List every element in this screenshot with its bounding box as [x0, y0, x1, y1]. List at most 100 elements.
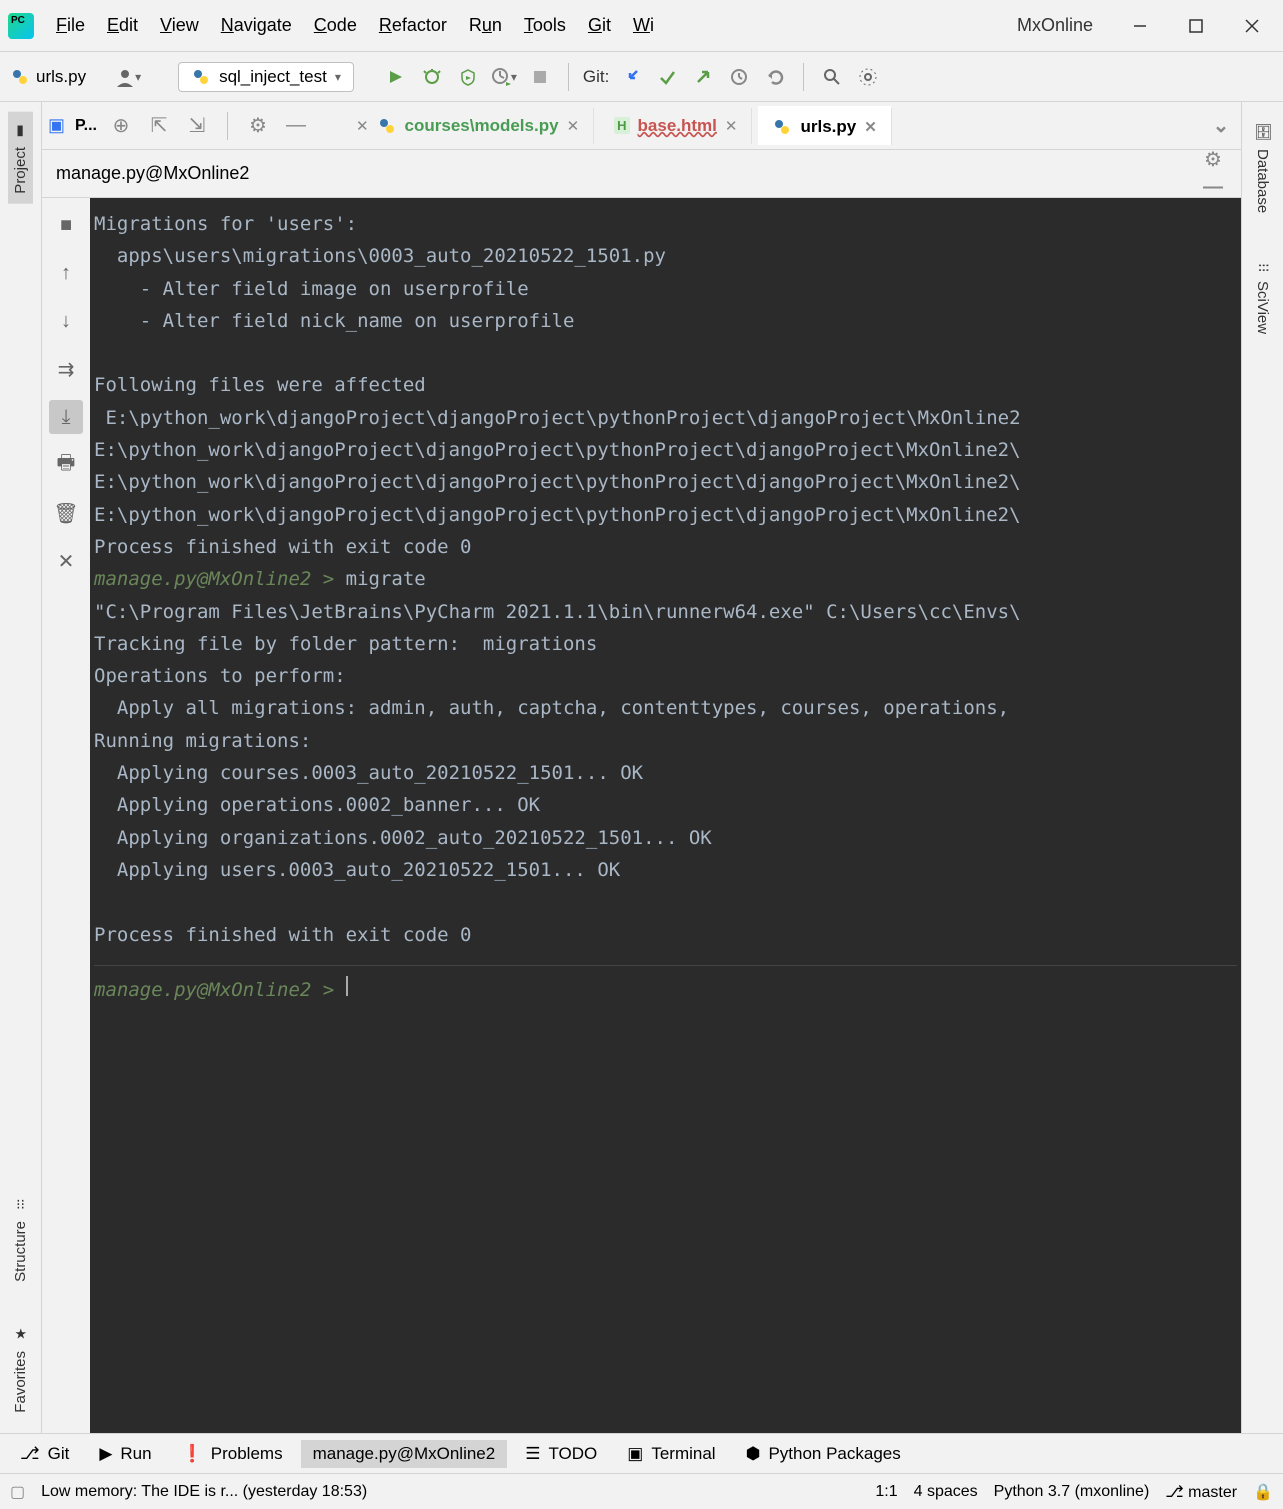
- btab-packages[interactable]: ⬢Python Packages: [734, 1440, 913, 1468]
- project-toggle-label[interactable]: P...: [75, 117, 97, 135]
- settings-button[interactable]: [854, 63, 882, 91]
- maximize-button[interactable]: [1171, 6, 1221, 46]
- cursor-position[interactable]: 1:1: [875, 1483, 897, 1501]
- folder-icon: ▮: [17, 122, 25, 139]
- hide-icon[interactable]: —: [282, 112, 310, 140]
- down-arrow-icon[interactable]: ↓: [49, 304, 83, 338]
- terminal-tool-gutter: ■ ↑ ↓ ⇉ ⤓ 🖶 🗑 ✕: [42, 198, 90, 1433]
- warning-icon: ❗: [182, 1444, 203, 1464]
- app-icon: [8, 13, 34, 39]
- editor-tabs: ▣ P... ⊕ ⇱ ⇲ ⚙ — ✕ courses\models.py ✕ H…: [42, 102, 1241, 150]
- collapse-icon[interactable]: ⇲: [183, 112, 211, 140]
- tabs-dropdown-icon[interactable]: ⌄: [1207, 112, 1235, 140]
- list-icon: ☰: [525, 1444, 540, 1464]
- git-update-button[interactable]: [617, 63, 645, 91]
- git-label: Git:: [583, 67, 609, 87]
- btab-run[interactable]: ▶Run: [87, 1440, 163, 1468]
- user-icon[interactable]: ▾: [114, 63, 142, 91]
- layout-icon[interactable]: ▣: [48, 115, 65, 136]
- menu-code[interactable]: Code: [304, 11, 367, 40]
- btab-git[interactable]: ⎇Git: [8, 1440, 81, 1468]
- menu-git[interactable]: Git: [578, 11, 621, 40]
- up-arrow-icon[interactable]: ↑: [49, 256, 83, 290]
- favorites-tool-tab[interactable]: Favorites★: [8, 1316, 33, 1423]
- crumb-filename: urls.py: [36, 67, 86, 87]
- btab-problems[interactable]: ❗Problems: [170, 1440, 295, 1468]
- right-gutter: 🗄Database ⁝⁝SciView: [1241, 102, 1283, 1433]
- menu-navigate[interactable]: Navigate: [211, 11, 302, 40]
- close-icon[interactable]: ✕: [49, 544, 83, 578]
- gear-icon[interactable]: ⚙: [1199, 146, 1227, 174]
- menu-view[interactable]: View: [150, 11, 209, 40]
- editor-tab-base[interactable]: H base.html ✕: [600, 108, 752, 144]
- indent-setting[interactable]: 4 spaces: [914, 1483, 978, 1501]
- database-icon: 🗄: [1254, 122, 1272, 141]
- editor-tab-urls[interactable]: urls.py ✕: [758, 106, 891, 145]
- git-branch[interactable]: ⎇ master: [1165, 1482, 1237, 1502]
- menu-edit[interactable]: Edit: [97, 11, 148, 40]
- close-icon[interactable]: ✕: [725, 117, 738, 135]
- git-push-button[interactable]: [689, 63, 717, 91]
- main-area: ▣ P... ⊕ ⇱ ⇲ ⚙ — ✕ courses\models.py ✕ H…: [42, 102, 1241, 1433]
- console-output[interactable]: Migrations for 'users': apps\users\migra…: [90, 198, 1241, 1433]
- structure-tool-tab[interactable]: Structure⁝⁝: [8, 1186, 33, 1292]
- status-doc-icon[interactable]: ▢: [10, 1482, 25, 1502]
- left-gutter: Project▮ Structure⁝⁝ Favorites★: [0, 102, 42, 1433]
- search-button[interactable]: [818, 63, 846, 91]
- target-icon[interactable]: ⊕: [107, 112, 135, 140]
- menu-window[interactable]: Wi: [623, 11, 664, 40]
- navigation-crumb[interactable]: urls.py: [10, 67, 86, 87]
- close-icon[interactable]: ✕: [864, 118, 877, 136]
- interpreter[interactable]: Python 3.7 (mxonline): [994, 1483, 1150, 1501]
- status-message: Low memory: The IDE is r... (yesterday 1…: [41, 1483, 367, 1501]
- menu-refactor[interactable]: Refactor: [369, 11, 457, 40]
- terminal-area: ■ ↑ ↓ ⇉ ⤓ 🖶 🗑 ✕ Migrations for 'users': …: [42, 198, 1241, 1433]
- project-pane-toolbar: ▣ P... ⊕ ⇱ ⇲ ⚙ —: [48, 112, 318, 140]
- stop-button[interactable]: [526, 63, 554, 91]
- profile-button[interactable]: ▾: [490, 63, 518, 91]
- branch-icon: ⎇: [1165, 1484, 1183, 1501]
- editor-tab-models[interactable]: ✕ courses\models.py ✕: [342, 108, 594, 144]
- sciview-tool-tab[interactable]: ⁝⁝SciView: [1250, 253, 1276, 344]
- python-file-icon: [377, 116, 397, 136]
- menu-tools[interactable]: Tools: [514, 11, 576, 40]
- tab-label: base.html: [638, 116, 717, 136]
- star-icon: ★: [14, 1326, 27, 1343]
- close-icon[interactable]: ✕: [567, 117, 580, 135]
- lock-icon[interactable]: 🔒: [1253, 1482, 1273, 1502]
- btab-todo[interactable]: ☰TODO: [513, 1440, 609, 1468]
- statusbar: ▢ Low memory: The IDE is r... (yesterday…: [0, 1473, 1283, 1509]
- run-config-selector[interactable]: sql_inject_test ▾: [178, 62, 354, 92]
- expand-icon[interactable]: ⇱: [145, 112, 173, 140]
- btab-terminal[interactable]: ▣Terminal: [615, 1440, 727, 1468]
- git-rollback-button[interactable]: [761, 63, 789, 91]
- coverage-button[interactable]: [454, 63, 482, 91]
- git-commit-button[interactable]: [653, 63, 681, 91]
- stop-icon[interactable]: ■: [49, 208, 83, 242]
- btab-manage[interactable]: manage.py@MxOnline2: [301, 1440, 508, 1468]
- gear-icon[interactable]: ⚙: [244, 112, 272, 140]
- tab-label: urls.py: [800, 117, 856, 137]
- menubar: FFileile Edit View Navigate Code Refacto…: [0, 11, 1011, 40]
- chevron-down-icon: ▾: [335, 70, 341, 84]
- close-icon[interactable]: ✕: [356, 117, 369, 135]
- menu-file[interactable]: FFileile: [46, 11, 95, 40]
- scroll-end-icon[interactable]: ⤓: [49, 400, 83, 434]
- python-file-icon: [10, 67, 30, 87]
- trash-icon[interactable]: 🗑: [49, 496, 83, 530]
- database-tool-tab[interactable]: 🗄Database: [1250, 112, 1276, 223]
- minimize-button[interactable]: [1115, 6, 1165, 46]
- title-right: MxOnline: [1011, 6, 1283, 46]
- debug-button[interactable]: [418, 63, 446, 91]
- close-button[interactable]: [1227, 6, 1277, 46]
- sciview-icon: ⁝⁝: [1254, 263, 1272, 273]
- structure-icon: ⁝⁝: [16, 1196, 25, 1213]
- project-tool-tab[interactable]: Project▮: [8, 112, 33, 204]
- body: Project▮ Structure⁝⁝ Favorites★ ▣ P... ⊕…: [0, 102, 1283, 1433]
- menu-run[interactable]: Run: [459, 11, 512, 40]
- wrap-icon[interactable]: ⇉: [49, 352, 83, 386]
- git-history-button[interactable]: [725, 63, 753, 91]
- branch-icon: ⎇: [20, 1444, 40, 1464]
- run-button[interactable]: [382, 63, 410, 91]
- print-icon[interactable]: 🖶: [49, 448, 83, 482]
